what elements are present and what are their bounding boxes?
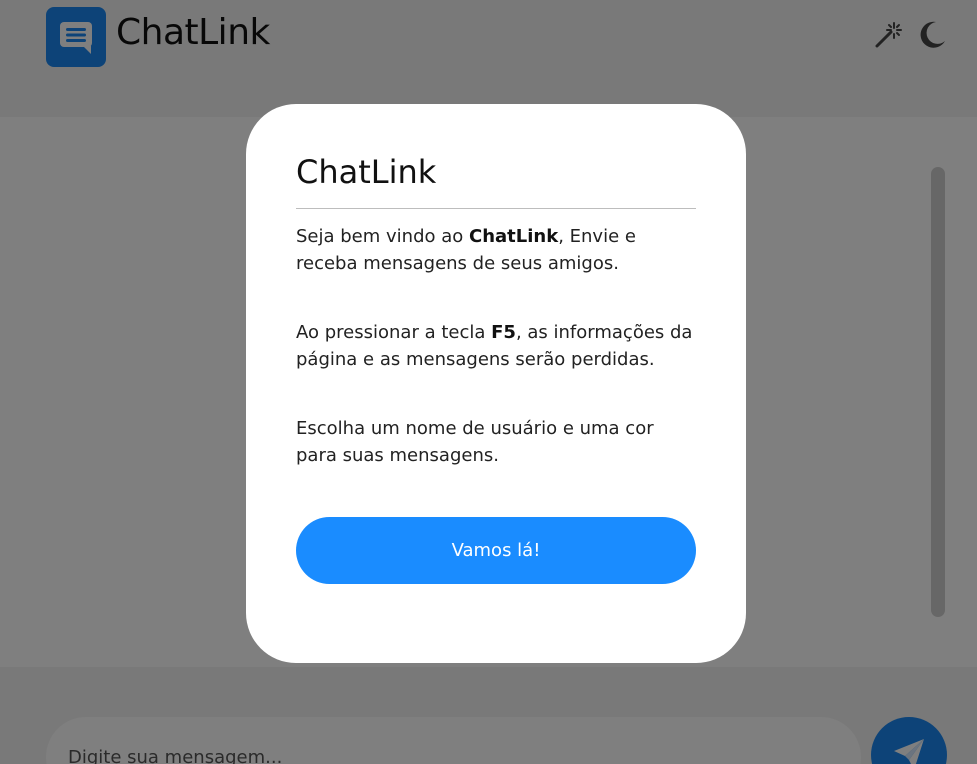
start-button[interactable]: Vamos lá! xyxy=(296,517,696,584)
modal-title: ChatLink xyxy=(296,153,437,191)
refresh-warning-paragraph: Ao pressionar a tecla F5, as informações… xyxy=(296,322,693,370)
welcome-modal: ChatLink Seja bem vindo ao ChatLink, Env… xyxy=(246,104,746,663)
instructions-paragraph: Escolha um nome de usuário e uma cor par… xyxy=(296,418,654,466)
modal-divider xyxy=(296,208,696,209)
welcome-paragraph: Seja bem vindo ao ChatLink, Envie e rece… xyxy=(296,226,636,274)
app-root: ChatLink xyxy=(0,0,977,764)
